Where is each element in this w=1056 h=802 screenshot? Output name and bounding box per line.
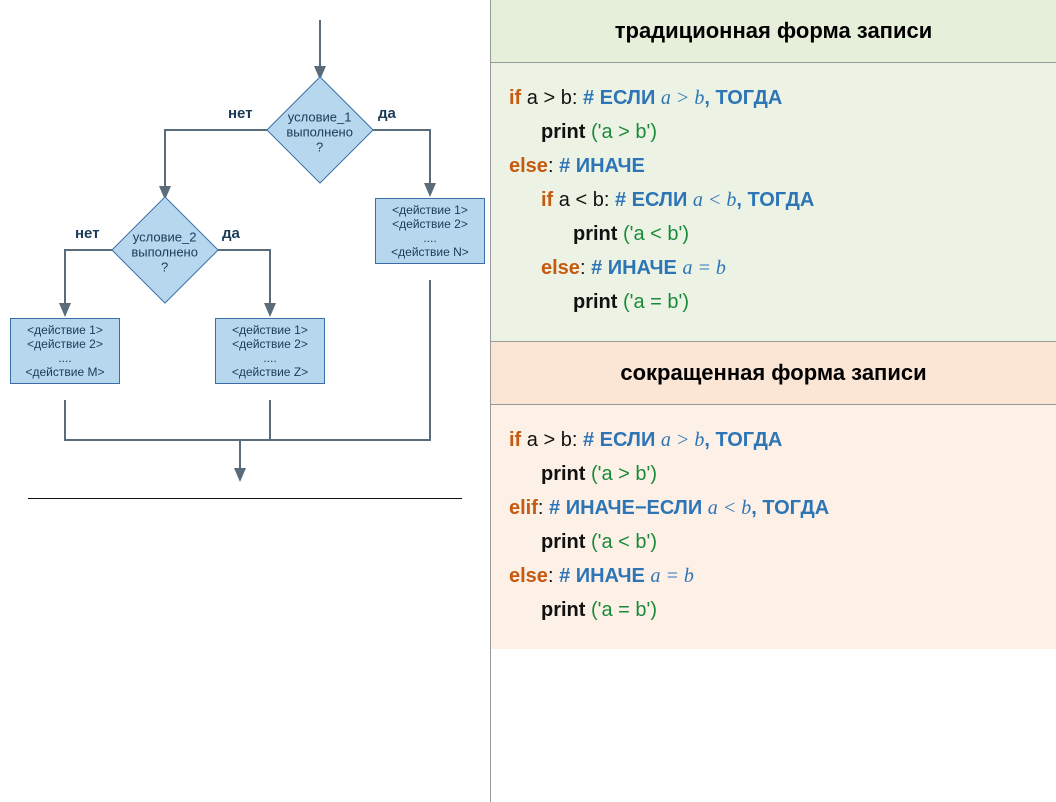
c1-l4-cpre: # ЕСЛИ bbox=[615, 189, 693, 211]
c1-l6-cpre: # ИНАЧЕ bbox=[591, 257, 682, 279]
c1-l7-print: print bbox=[573, 291, 617, 313]
boxn-l4: <действие N> bbox=[391, 245, 469, 259]
boxn-l3: .... bbox=[423, 231, 436, 245]
c1-l1-if: if bbox=[509, 87, 521, 109]
code-short: if a > b: # ЕСЛИ a > b, ТОГДА print ('a … bbox=[491, 405, 1056, 649]
page-root: условие_1 выполнено ? да нет условие_2 в… bbox=[0, 0, 1056, 802]
c1-l6-colon: : bbox=[580, 257, 591, 279]
c1-l1-math: a > b bbox=[661, 87, 705, 109]
boxn-l1: <действие 1> bbox=[392, 203, 468, 217]
boxz-l2: <действие 2> bbox=[232, 337, 308, 351]
header-short: сокращенная форма записи bbox=[491, 342, 1056, 405]
c1-l4-if: if bbox=[541, 189, 553, 211]
c2-l1-cpost: , ТОГДА bbox=[704, 429, 782, 451]
c2-l4-arg: ('a < b') bbox=[585, 531, 657, 553]
c2-l1-cond: a > b bbox=[521, 429, 572, 451]
cond1-line2: выполнено bbox=[286, 124, 353, 139]
boxn-l2: <действие 2> bbox=[392, 217, 468, 231]
cond1-yes-label: да bbox=[378, 105, 396, 122]
cond2-line3: ? bbox=[161, 259, 168, 274]
code-traditional: if a > b: # ЕСЛИ a > b, ТОГДА print ('a … bbox=[491, 63, 1056, 342]
c1-l1-colon: : bbox=[572, 87, 583, 109]
c2-l5-math: a = b bbox=[650, 565, 694, 587]
c2-l5-cpre: # ИНАЧЕ bbox=[559, 565, 650, 587]
c2-l3-math: a < b bbox=[708, 497, 752, 519]
actions-box-m: <действие 1> <действие 2> .... <действие… bbox=[10, 318, 120, 384]
actions-box-n: <действие 1> <действие 2> .... <действие… bbox=[375, 198, 485, 264]
c1-l5-print: print bbox=[573, 223, 617, 245]
c2-l5-else: else bbox=[509, 565, 548, 587]
actions-box-z: <действие 1> <действие 2> .... <действие… bbox=[215, 318, 325, 384]
bottom-rule bbox=[28, 498, 462, 499]
code-panel: традиционная форма записи if a > b: # ЕС… bbox=[490, 0, 1056, 802]
cond2-line2: выполнено bbox=[131, 244, 198, 259]
c1-l1-cond: a > b bbox=[521, 87, 572, 109]
cond1-no-label: нет bbox=[228, 105, 253, 122]
header-traditional: традиционная форма записи bbox=[491, 0, 1056, 63]
boxz-l3: .... bbox=[263, 351, 276, 365]
boxz-l4: <действие Z> bbox=[232, 365, 308, 379]
c2-l5-colon: : bbox=[548, 565, 559, 587]
c2-l4-print: print bbox=[541, 531, 585, 553]
c2-l2-print: print bbox=[541, 463, 585, 485]
c2-l1-if: if bbox=[509, 429, 521, 451]
cond1-line1: условие_1 bbox=[288, 109, 352, 124]
c2-l3-cpre: # ИНАЧЕ−ЕСЛИ bbox=[549, 497, 708, 519]
c1-l3-c: # ИНАЧЕ bbox=[559, 155, 645, 177]
cond2-yes-label: да bbox=[222, 225, 240, 242]
c1-l4-colon: : bbox=[604, 189, 615, 211]
c2-l1-cpre: # ЕСЛИ bbox=[583, 429, 661, 451]
c1-l3-colon: : bbox=[548, 155, 559, 177]
c2-l3-colon: : bbox=[538, 497, 549, 519]
flowchart: условие_1 выполнено ? да нет условие_2 в… bbox=[10, 20, 480, 490]
boxm-l1: <действие 1> bbox=[27, 323, 103, 337]
condition-2-diamond: условие_2 выполнено ? bbox=[111, 196, 218, 303]
c1-l1-cpre: # ЕСЛИ bbox=[583, 87, 661, 109]
c1-l6-else: else bbox=[541, 257, 580, 279]
boxz-l1: <действие 1> bbox=[232, 323, 308, 337]
c2-l6-arg: ('a = b') bbox=[585, 599, 657, 621]
c2-l3-cpost: , ТОГДА bbox=[751, 497, 829, 519]
c2-l1-colon: : bbox=[572, 429, 583, 451]
c1-l5-arg: ('a < b') bbox=[617, 223, 689, 245]
c1-l4-math: a < b bbox=[693, 189, 737, 211]
c2-l2-arg: ('a > b') bbox=[585, 463, 657, 485]
cond1-line3: ? bbox=[316, 139, 323, 154]
cond2-line1: условие_2 bbox=[133, 229, 197, 244]
c2-l6-print: print bbox=[541, 599, 585, 621]
c1-l2-arg: ('a > b') bbox=[585, 121, 657, 143]
cond2-no-label: нет bbox=[75, 225, 100, 242]
condition-1-diamond: условие_1 выполнено ? bbox=[266, 76, 373, 183]
c1-l4-cond: a < b bbox=[553, 189, 604, 211]
c1-l2-print: print bbox=[541, 121, 585, 143]
c1-l1-cpost: , ТОГДА bbox=[704, 87, 782, 109]
boxm-l4: <действие M> bbox=[26, 365, 105, 379]
flowchart-panel: условие_1 выполнено ? да нет условие_2 в… bbox=[0, 0, 490, 802]
c1-l6-math: a = b bbox=[682, 257, 726, 279]
c2-l3-elif: elif bbox=[509, 497, 538, 519]
c1-l7-arg: ('a = b') bbox=[617, 291, 689, 313]
c2-l1-math: a > b bbox=[661, 429, 705, 451]
c1-l3-else: else bbox=[509, 155, 548, 177]
boxm-l2: <действие 2> bbox=[27, 337, 103, 351]
boxm-l3: .... bbox=[58, 351, 71, 365]
c1-l4-cpost: , ТОГДА bbox=[736, 189, 814, 211]
